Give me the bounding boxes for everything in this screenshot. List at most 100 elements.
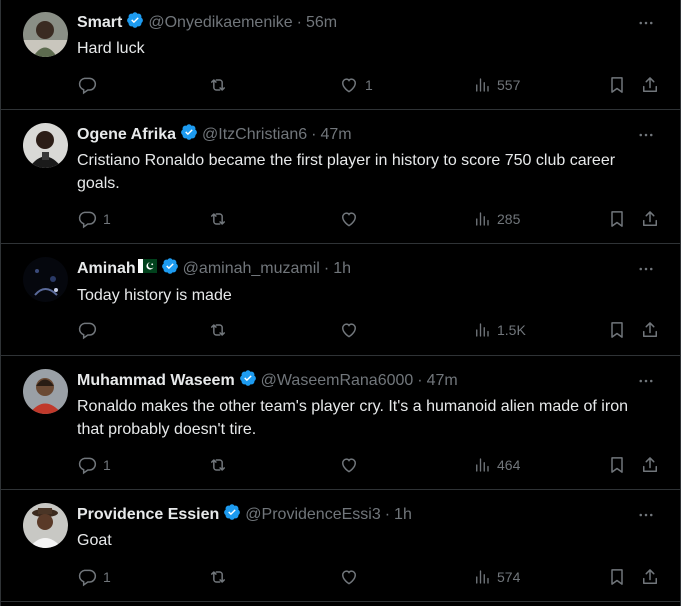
views-chart-icon [476, 78, 489, 92]
retweet-button[interactable] [207, 208, 235, 230]
retweet-button[interactable] [207, 74, 235, 96]
reply-icon [78, 77, 97, 95]
retweet-icon [211, 459, 225, 471]
reply-button[interactable]: 1 [77, 208, 111, 230]
bookmark-button[interactable] [607, 319, 627, 341]
reply-button[interactable]: 1 [77, 566, 111, 588]
like-button[interactable] [339, 566, 365, 588]
views-button[interactable]: 557 [473, 74, 520, 96]
user-handle[interactable]: @WaseemRana6000 [261, 371, 414, 391]
pakistan-flag-icon [137, 259, 157, 279]
more-options-icon[interactable] [636, 505, 656, 525]
views-button[interactable]: 1.5K [473, 319, 526, 341]
avatar[interactable] [23, 123, 68, 168]
tweet-actions: 1 557 [77, 74, 657, 96]
bookmark-button[interactable] [607, 454, 627, 476]
avatar[interactable] [23, 369, 68, 414]
tweet[interactable]: Aminah @aminah_muzamil · 1h Today histor… [1, 244, 680, 356]
reply-count: 1 [103, 457, 111, 473]
timestamp[interactable]: 1h [333, 259, 351, 279]
views-button[interactable]: 574 [473, 566, 520, 588]
timestamp[interactable]: 56m [306, 13, 337, 33]
retweet-icon [211, 213, 225, 225]
timestamp[interactable]: 1h [394, 505, 412, 525]
like-heart-icon [341, 212, 357, 227]
view-count: 1.5K [497, 322, 526, 338]
bookmark-icon [611, 211, 623, 227]
like-heart-icon [341, 458, 357, 473]
tweet[interactable]: Smart @Onyedikaemenike · 56m Hard luck 1 [1, 0, 680, 110]
separator-dot: · [296, 14, 302, 31]
view-count: 285 [497, 211, 521, 227]
views-chart-icon [476, 458, 489, 472]
separator-dot: · [417, 372, 423, 389]
timeline-feed: Smart @Onyedikaemenike · 56m Hard luck 1 [0, 0, 681, 606]
timestamp[interactable]: 47m [321, 125, 352, 145]
user-handle[interactable]: @aminah_muzamil [183, 259, 320, 279]
retweet-button[interactable] [207, 319, 235, 341]
like-button[interactable] [339, 319, 365, 341]
share-icon [643, 77, 657, 92]
tweet-actions: 1.5K [77, 319, 657, 341]
separator-dot: · [323, 260, 330, 277]
bookmark-icon [611, 322, 623, 338]
like-button[interactable]: 1 [339, 74, 373, 96]
user-handle[interactable]: @ProvidenceEssi3 [245, 505, 380, 525]
view-count: 464 [497, 457, 521, 473]
views-button[interactable]: 464 [473, 454, 520, 476]
verified-badge-icon [180, 123, 198, 147]
share-button[interactable] [640, 566, 660, 588]
more-options-icon[interactable] [636, 259, 656, 279]
more-options-icon[interactable] [636, 13, 656, 33]
display-name[interactable]: Muhammad Waseem [77, 371, 235, 391]
avatar[interactable] [23, 12, 68, 57]
tweet-text: Today history is made [77, 287, 232, 304]
retweet-button[interactable] [207, 454, 235, 476]
display-name[interactable]: Providence Essien [77, 505, 219, 525]
like-heart-icon [341, 570, 357, 585]
like-button[interactable] [339, 208, 365, 230]
reply-button[interactable]: 1 [77, 454, 111, 476]
bookmark-button[interactable] [607, 566, 627, 588]
tweet-actions: 1 574 [77, 566, 657, 588]
tweet-actions: 1 285 [77, 208, 657, 230]
view-count: 557 [497, 77, 521, 93]
user-handle[interactable]: @Onyedikaemenike [148, 13, 292, 33]
tweet-text: Goat [77, 532, 112, 549]
display-name[interactable]: Ogene Afrika [77, 125, 176, 145]
views-chart-icon [476, 570, 489, 584]
share-button[interactable] [640, 208, 660, 230]
reply-button[interactable] [77, 319, 103, 341]
share-button[interactable] [640, 319, 660, 341]
reply-icon [78, 457, 97, 475]
avatar[interactable] [23, 257, 68, 302]
avatar[interactable] [23, 503, 68, 548]
bookmark-button[interactable] [607, 74, 627, 96]
timestamp[interactable]: 47m [427, 371, 458, 391]
bookmark-button[interactable] [607, 208, 627, 230]
reply-icon [78, 211, 97, 229]
bookmark-icon [611, 457, 623, 473]
reply-count: 1 [103, 569, 111, 585]
verified-badge-icon [223, 503, 241, 527]
share-button[interactable] [640, 74, 660, 96]
tweet[interactable]: Ogene Afrika @ItzChristian6 · 47m Cristi… [1, 110, 680, 244]
more-options-icon[interactable] [636, 125, 656, 145]
separator-dot: · [311, 126, 317, 143]
views-chart-icon [476, 212, 489, 226]
display-name[interactable]: Smart [77, 13, 122, 33]
retweet-button[interactable] [207, 566, 235, 588]
user-handle[interactable]: @ItzChristian6 [202, 125, 307, 145]
views-button[interactable]: 285 [473, 208, 520, 230]
reply-icon [78, 569, 97, 587]
reply-button[interactable] [77, 74, 103, 96]
tweet-header: Providence Essien @ProvidenceEssi3 · 1h [77, 504, 620, 526]
tweet[interactable]: Providence Essien @ProvidenceEssi3 · 1h … [1, 490, 680, 602]
share-button[interactable] [640, 454, 660, 476]
display-name[interactable]: Aminah [77, 259, 136, 279]
more-options-icon[interactable] [636, 371, 656, 391]
tweet[interactable]: Muhammad Waseem @WaseemRana6000 · 47m Ro… [1, 356, 680, 490]
tweet-header: Ogene Afrika @ItzChristian6 · 47m [77, 124, 620, 146]
like-count: 1 [365, 77, 373, 93]
like-button[interactable] [339, 454, 365, 476]
